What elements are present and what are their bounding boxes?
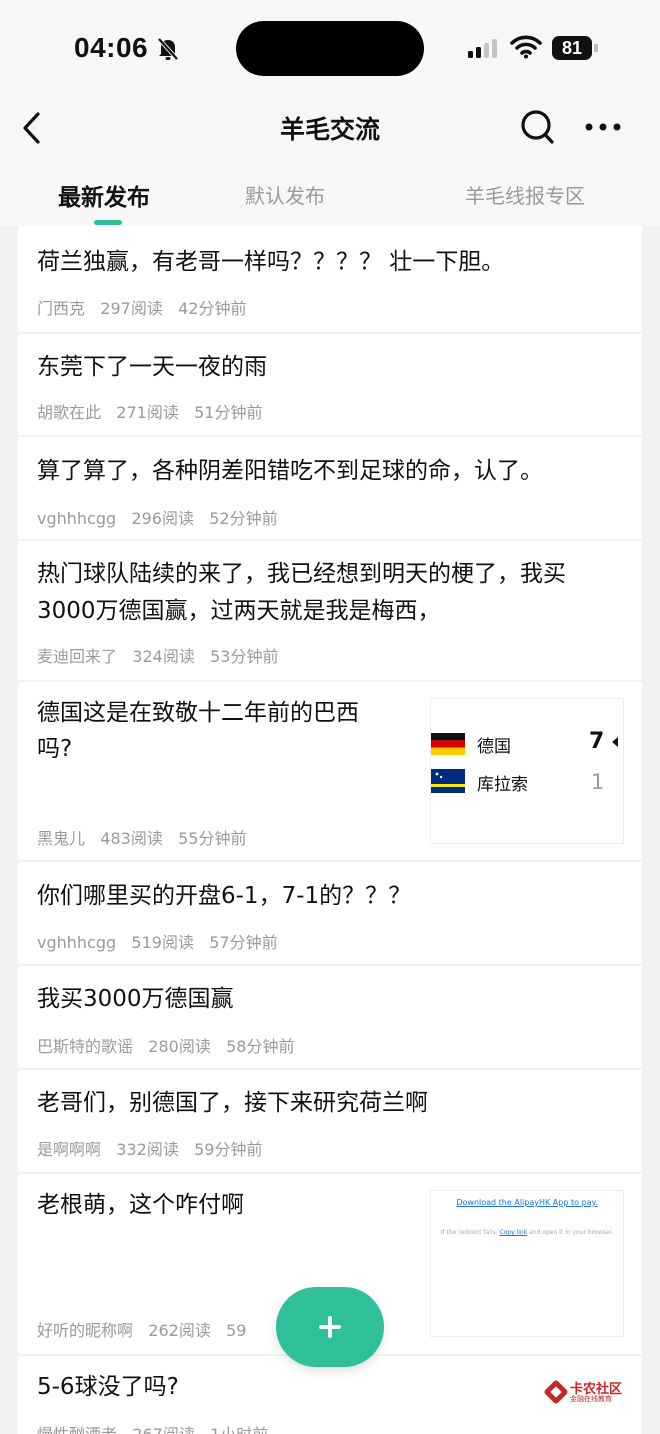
nav-bar: 羊毛交流 — [0, 96, 660, 166]
post-meta: 胡歌在此 271阅读 51分钟前 — [37, 399, 262, 423]
post-title-line1: 热门球队陆续的来了，我已经想到明天的梗了，我买 — [37, 561, 566, 587]
post-title-line2: 3000万德国赢，过两天就是我是梅西， — [37, 598, 441, 624]
post-time: 59 — [226, 1321, 247, 1340]
battery-icon: 81 — [552, 36, 598, 60]
post-author: 麦迪回来了 — [37, 647, 118, 666]
post-title-line1: 德国这是在致敬十二年前的巴西 — [37, 700, 359, 726]
battery-tip — [594, 44, 598, 52]
list-item[interactable]: 东莞下了一天一夜的雨 胡歌在此 271阅读 51分钟前 — [18, 334, 642, 435]
post-time: 53分钟前 — [210, 647, 279, 666]
post-time: 59分钟前 — [194, 1140, 263, 1159]
team1-name: 德国 — [477, 737, 511, 757]
add-post-button[interactable] — [276, 1287, 384, 1367]
post-time: 57分钟前 — [209, 933, 278, 952]
dynamic-island — [236, 21, 424, 76]
list-item[interactable]: 你们哪里买的开盘6-1，7-1的？？？ vghhhcgg 519阅读 57分钟前 — [18, 862, 642, 964]
post-author: 巴斯特的歌谣 — [37, 1037, 134, 1056]
post-title: 你们哪里买的开盘6-1，7-1的？？？ — [37, 883, 412, 909]
winner-caret-icon — [612, 737, 618, 747]
post-reads: 262阅读 — [148, 1321, 211, 1340]
list-item[interactable]: 我买3000万德国赢 巴斯特的歌谣 280阅读 58分钟前 — [18, 966, 642, 1068]
team2-score: 1 — [591, 770, 605, 794]
logo-tagline: 金融在线教育 — [570, 1395, 612, 1403]
post-time: 55分钟前 — [178, 829, 247, 848]
germany-flag-icon — [431, 733, 465, 755]
team2-name: 库拉索 — [477, 775, 528, 795]
more-icon[interactable] — [584, 122, 622, 132]
kanong-logo-icon — [544, 1380, 568, 1404]
post-meta: 慢性酗酒者 267阅读 1小时前 — [37, 1421, 268, 1434]
list-item[interactable]: 荷兰独赢，有老哥一样吗？？？？ 壮一下胆。 门西克 297阅读 42分钟前 — [18, 226, 642, 332]
post-thumbnail-payment[interactable]: Download the AlipayHK App to pay. If the… — [430, 1190, 624, 1337]
tab-latest[interactable]: 最新发布 — [58, 178, 150, 212]
tab-bar: 最新发布 默认发布 羊毛线报专区 — [0, 166, 660, 226]
post-reads: 296阅读 — [131, 509, 194, 528]
list-item[interactable]: 德国这是在致敬十二年前的巴西 吗? 黑鬼儿 483阅读 55分钟前 德国 7 库… — [18, 682, 642, 860]
post-meta: vghhhcgg 296阅读 52分钟前 — [37, 505, 278, 529]
post-title: 东莞下了一天一夜的雨 — [37, 354, 267, 380]
post-author: 是啊啊啊 — [37, 1140, 102, 1159]
post-author: 胡歌在此 — [37, 403, 102, 422]
post-time: 42分钟前 — [178, 299, 247, 318]
post-reads: 324阅读 — [132, 647, 195, 666]
post-author: 门西克 — [37, 299, 86, 318]
post-reads: 297阅读 — [100, 299, 163, 318]
post-meta: 黑鬼儿 483阅读 55分钟前 — [37, 825, 246, 849]
redirect-note: If the redirect fails, Copy link and ope… — [431, 1229, 623, 1236]
post-reads: 332阅读 — [116, 1140, 179, 1159]
redirect-note-post: and open it in your browser. — [527, 1229, 614, 1236]
post-reads: 280阅读 — [148, 1037, 211, 1056]
post-reads: 271阅读 — [116, 403, 179, 422]
battery-level: 81 — [552, 36, 592, 60]
post-time: 58分钟前 — [226, 1037, 295, 1056]
post-meta: 门西克 297阅读 42分钟前 — [37, 295, 246, 319]
cellular-signal-icon — [468, 39, 497, 58]
post-title: 老哥们，别德国了，接下来研究荷兰啊 — [37, 1090, 428, 1116]
status-bar: 04:06 81 — [0, 0, 660, 96]
post-title: 荷兰独赢，有老哥一样吗？？？？ 壮一下胆。 — [37, 249, 505, 275]
post-title: 5-6球没了吗? — [37, 1374, 179, 1400]
wifi-icon — [510, 35, 542, 59]
list-item[interactable]: 热门球队陆续的来了，我已经想到明天的梗了，我买 3000万德国赢，过两天就是我是… — [18, 541, 642, 680]
post-meta: 是啊啊啊 332阅读 59分钟前 — [37, 1136, 262, 1160]
post-meta: vghhhcgg 519阅读 57分钟前 — [37, 929, 278, 953]
status-time: 04:06 — [74, 32, 149, 63]
post-author: 黑鬼儿 — [37, 829, 86, 848]
list-item[interactable]: 老哥们，别德国了，接下来研究荷兰啊 是啊啊啊 332阅读 59分钟前 — [18, 1070, 642, 1172]
post-time: 52分钟前 — [209, 509, 278, 528]
active-tab-indicator — [94, 220, 122, 225]
tab-deals[interactable]: 羊毛线报专区 — [465, 180, 585, 209]
post-author: vghhhcgg — [37, 933, 117, 952]
post-meta: 好听的昵称啊 262阅读 59 — [37, 1317, 246, 1341]
tab-default[interactable]: 默认发布 — [245, 180, 325, 209]
post-reads: 519阅读 — [131, 933, 194, 952]
post-time: 1小时前 — [210, 1425, 268, 1434]
post-author: vghhhcgg — [37, 509, 117, 528]
post-time: 51分钟前 — [194, 403, 263, 422]
post-title: 老根萌，这个咋付啊 — [37, 1192, 244, 1218]
list-item[interactable]: 算了算了，各种阴差阳错吃不到足球的命，认了。 vghhhcgg 296阅读 52… — [18, 437, 642, 539]
post-title-line2: 吗? — [37, 736, 73, 762]
post-thumbnail-score[interactable]: 德国 7 库拉索 1 — [430, 698, 624, 844]
search-icon[interactable] — [518, 106, 558, 150]
copy-link: Copy link — [499, 1229, 528, 1236]
post-title: 算了算了，各种阴差阳错吃不到足球的命，认了。 — [37, 458, 543, 484]
team1-score: 7 — [589, 729, 605, 754]
post-list: 荷兰独赢，有老哥一样吗？？？？ 壮一下胆。 门西克 297阅读 42分钟前 东莞… — [18, 226, 642, 1434]
post-author: 慢性酗酒者 — [37, 1425, 117, 1434]
post-reads: 267阅读 — [132, 1425, 195, 1434]
post-meta: 巴斯特的歌谣 280阅读 58分钟前 — [37, 1033, 294, 1057]
post-title: 我买3000万德国赢 — [37, 986, 234, 1012]
page-title: 羊毛交流 — [279, 115, 380, 144]
plus-icon-vertical — [328, 1316, 332, 1338]
post-meta: 麦迪回来了 324阅读 53分钟前 — [37, 643, 278, 667]
alipay-download-link: Download the AlipayHK App to pay. — [456, 1198, 598, 1207]
post-author: 好听的昵称啊 — [37, 1321, 134, 1340]
curacao-flag-icon — [431, 769, 465, 793]
redirect-note-pre: If the redirect fails, — [440, 1229, 500, 1236]
post-reads: 483阅读 — [100, 829, 163, 848]
kanong-logo: 卡农社区 金融在线教育 — [544, 1378, 626, 1406]
bell-muted-icon — [157, 37, 179, 61]
